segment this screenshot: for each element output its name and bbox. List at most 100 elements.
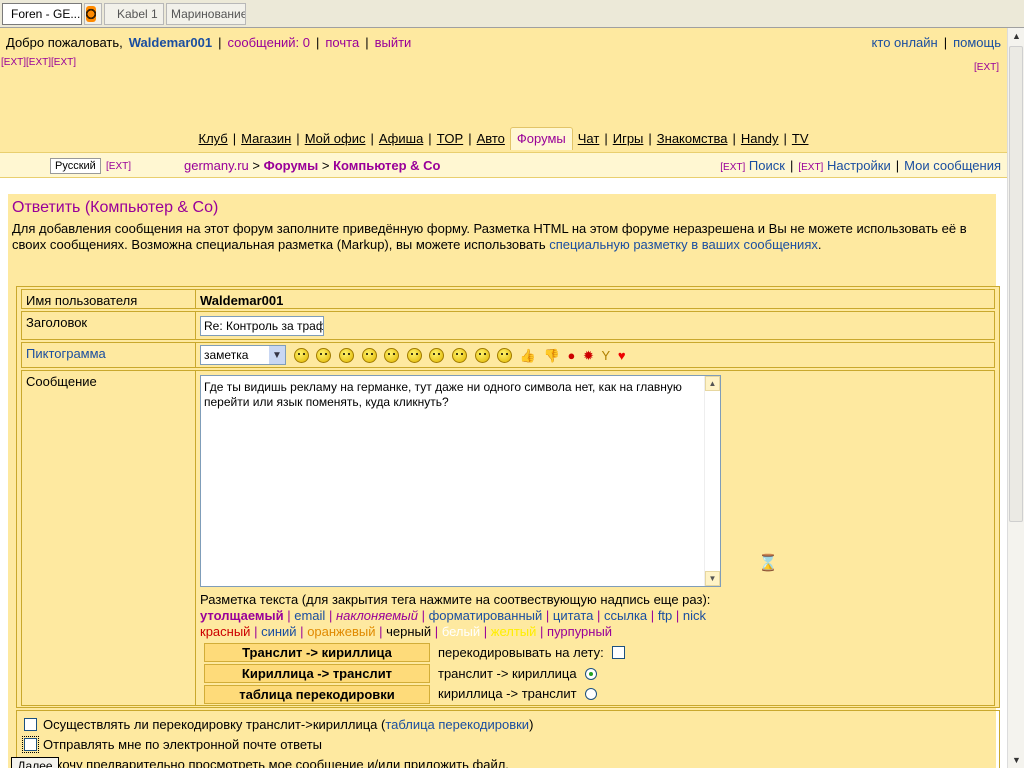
- markup-pre[interactable]: форматированный: [429, 608, 543, 623]
- help-link[interactable]: помощь: [953, 35, 1001, 50]
- ext-link-settings[interactable]: [EXT]: [798, 162, 823, 173]
- username-link[interactable]: Waldemar001: [129, 35, 212, 50]
- markup-black[interactable]: черный: [386, 624, 431, 639]
- browser-tab-marinovanie[interactable]: Маринование...: [166, 2, 246, 25]
- email-replies-checkbox[interactable]: [22, 736, 39, 753]
- markup-red[interactable]: красный: [200, 624, 250, 639]
- recode-checkbox[interactable]: [24, 718, 37, 731]
- search-link[interactable]: Поиск: [749, 158, 785, 173]
- breadcrumb-site[interactable]: germany.ru: [184, 158, 249, 173]
- sad-icon[interactable]: [429, 348, 445, 364]
- mail-link[interactable]: почта: [325, 35, 359, 50]
- frown-icon[interactable]: [316, 348, 332, 364]
- recode-table-button[interactable]: таблица перекодировки: [204, 685, 430, 704]
- menu-item-handy[interactable]: Handy: [736, 131, 784, 150]
- markup-orange[interactable]: оранжевый: [307, 624, 375, 639]
- menu-item-games[interactable]: Игры: [608, 131, 649, 150]
- who-online-link[interactable]: кто онлайн: [872, 35, 938, 50]
- textarea-scrollbar[interactable]: ▲ ▼: [704, 376, 720, 586]
- icon-select[interactable]: заметка ▼: [200, 345, 286, 365]
- wink-icon[interactable]: [497, 348, 513, 364]
- my-messages-link[interactable]: Мои сообщения: [904, 158, 1001, 173]
- surprised-icon[interactable]: [452, 348, 467, 364]
- markup-yellow[interactable]: желтый: [491, 624, 537, 639]
- recode-table-link[interactable]: таблица перекодировки: [385, 717, 529, 732]
- thumbs-up-icon[interactable]: 👍: [520, 348, 536, 363]
- translit-to-cyrillic-button[interactable]: Транслит -> кириллица: [204, 643, 430, 662]
- menu-item-auto[interactable]: Авто: [472, 131, 510, 150]
- menu-item-shop[interactable]: Магазин: [236, 131, 296, 150]
- cyrillic-to-translit-button[interactable]: Кириллица -> транслит: [204, 664, 430, 683]
- markup-quote[interactable]: цитата: [553, 608, 594, 623]
- markup-italic[interactable]: наклоняемый: [336, 608, 418, 623]
- tongue-icon[interactable]: [474, 348, 490, 364]
- grin-icon[interactable]: [406, 348, 422, 364]
- recode-on-fly-checkbox[interactable]: [611, 646, 625, 659]
- lips-icon[interactable]: ●: [568, 348, 576, 363]
- scroll-up-icon[interactable]: ▲: [705, 376, 720, 391]
- row-username: Имя пользователя Waldemar001: [21, 289, 995, 309]
- mode-translit-to-cyr-radio[interactable]: [584, 667, 597, 680]
- menu-item-office[interactable]: Мой офис: [300, 131, 371, 150]
- cool-icon[interactable]: [361, 348, 377, 364]
- markup-white[interactable]: белый: [442, 624, 480, 639]
- scrollbar-thumb[interactable]: [1009, 46, 1023, 522]
- recode-option-label: Осуществлять ли перекодировку транслит->…: [43, 717, 386, 732]
- markup-tags: утолщаемый | email | наклоняемый | форма…: [200, 608, 707, 623]
- browser-tab-orange[interactable]: [84, 2, 102, 25]
- menu-item-forums[interactable]: Форумы: [509, 127, 573, 150]
- message-textarea[interactable]: Где ты видишь рекламу на германке, тут д…: [200, 375, 721, 587]
- markup-link[interactable]: ссылка: [604, 608, 647, 623]
- breadcrumb-forums[interactable]: Форумы: [264, 158, 319, 173]
- scroll-up-icon[interactable]: ▲: [1009, 28, 1024, 44]
- form-intro: Для добавления сообщения на этот форум з…: [12, 221, 992, 253]
- icon-label[interactable]: Пиктограмма: [22, 343, 196, 367]
- site-header: Добро пожаловать, Waldemar001 | сообщени…: [0, 28, 1007, 154]
- welcome-row: Добро пожаловать, Waldemar001 | сообщени…: [6, 34, 1001, 50]
- ext-link-right[interactable]: [EXT]: [974, 62, 999, 73]
- bug-icon[interactable]: ✹: [583, 348, 594, 363]
- option-preview: Я хочу предварительно просмотреть мое со…: [24, 757, 509, 768]
- shock-icon[interactable]: [338, 348, 354, 364]
- menu-item-chat[interactable]: Чат: [573, 131, 605, 150]
- markup-purple[interactable]: пурпурный: [547, 624, 612, 639]
- page-viewport: Добро пожаловать, Waldemar001 | сообщени…: [0, 28, 1007, 768]
- markup-bold[interactable]: утолщаемый: [200, 608, 284, 623]
- markup-blue[interactable]: синий: [261, 624, 296, 639]
- ext-links-left[interactable]: [EXT][EXT][EXT]: [1, 57, 76, 68]
- markup-nick[interactable]: nick: [683, 608, 706, 623]
- mode-cyr-to-translit-radio[interactable]: [584, 687, 597, 700]
- laugh-icon[interactable]: [384, 348, 400, 364]
- glass-icon[interactable]: Y: [602, 348, 611, 363]
- menu-item-dating[interactable]: Знакомства: [652, 131, 733, 150]
- thumbs-down-icon[interactable]: 👎: [544, 348, 560, 363]
- page-scrollbar[interactable]: ▲ ▼: [1007, 28, 1024, 768]
- scroll-down-icon[interactable]: ▼: [705, 571, 720, 586]
- menu-item-tv[interactable]: TV: [787, 131, 814, 150]
- smiley-icon[interactable]: [293, 348, 309, 364]
- scroll-down-icon[interactable]: ▼: [1009, 752, 1024, 768]
- browser-tab-strip: Foren - GE... Kabel 1 Маринование...: [0, 0, 1024, 28]
- markup-email[interactable]: email: [294, 608, 325, 623]
- ext-link-search[interactable]: [EXT]: [720, 162, 745, 173]
- logout-link[interactable]: выйти: [375, 35, 412, 50]
- heart-icon[interactable]: ♥: [618, 348, 626, 363]
- menu-item-top[interactable]: TOP: [432, 131, 469, 150]
- menu-item-afisha[interactable]: Афиша: [374, 131, 428, 150]
- menu-item-club[interactable]: Клуб: [194, 131, 233, 150]
- language-selector[interactable]: Русский: [50, 158, 101, 174]
- breadcrumb-section[interactable]: Компьютер & Co: [333, 158, 440, 173]
- browser-tab-kabel[interactable]: Kabel 1: [104, 2, 164, 25]
- markup-ftp[interactable]: ftp: [658, 608, 672, 623]
- preview-label: Я хочу предварительно просмотреть мое со…: [43, 757, 509, 768]
- next-button[interactable]: Далее: [11, 757, 59, 768]
- intro-end: .: [817, 237, 822, 252]
- separator: |: [218, 34, 222, 50]
- settings-link[interactable]: Настройки: [827, 158, 891, 173]
- browser-tab-forum[interactable]: Foren - GE...: [2, 2, 82, 25]
- markup-help-link[interactable]: специальную разметку в ваших сообщениях: [549, 237, 818, 252]
- separator: |: [789, 158, 794, 173]
- messages-link[interactable]: сообщений: 0: [228, 35, 311, 50]
- ext-link-lang[interactable]: [EXT]: [106, 161, 131, 172]
- subject-input[interactable]: Re: Контроль за траф: [200, 316, 324, 336]
